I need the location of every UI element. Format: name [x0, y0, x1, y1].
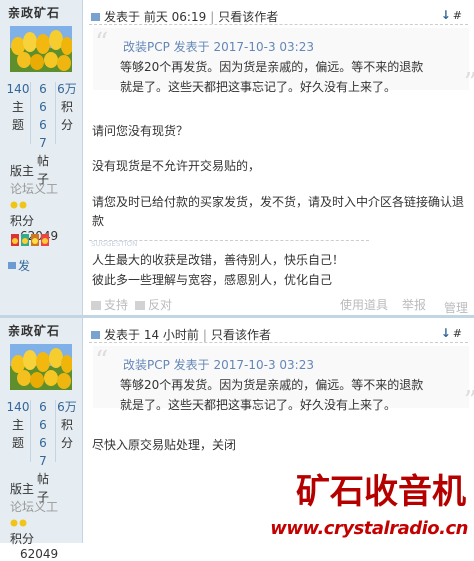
floor-arrow-icon: ↓ [440, 8, 451, 22]
thumbs-down-icon [135, 301, 145, 310]
rank-stars-icon [10, 198, 34, 209]
stat-posts-value: 6667 [39, 82, 47, 150]
send-message-button[interactable]: 发 [8, 257, 30, 274]
author-sidebar: 亲政矿石 140 主题 6667 帖子 6万 积分 版主 论坛义工 积分6204… [0, 0, 83, 315]
stat-threads[interactable]: 140 主题 [6, 80, 30, 134]
stat-threads[interactable]: 140 主题 [6, 398, 30, 452]
post-meta: 发表于 前天 06:19 | 只看该作者 [91, 8, 278, 25]
only-author-link[interactable]: 只看该作者 [218, 10, 278, 24]
stat-threads-value: 140 [6, 400, 30, 414]
oppose-label: 反对 [148, 298, 173, 312]
quote-open-icon: “ [95, 346, 109, 376]
quote-close-icon: ” [464, 70, 474, 96]
user-group: 版主 [10, 482, 35, 496]
online-status-icon [91, 13, 100, 21]
quote-body: 等够20个再发货。因为货是亲戚的，偏远。等不来的退款 就是了。这些天都把这事忘记… [120, 57, 470, 97]
body-line: 尽快入原交易贴处理，关闭 [92, 438, 237, 452]
rank-stars-icon [10, 516, 34, 527]
use-tools-button[interactable]: 使用道具 [340, 296, 388, 313]
quote-header-link[interactable]: 改装PCP 发表于 2017-10-3 03:23 [123, 38, 314, 55]
body-line: 没有现货是不允许开交易贴的， [92, 159, 261, 173]
floor-number[interactable]: ↓ # [441, 8, 462, 22]
score-value: 62049 [20, 547, 59, 561]
user-score: 积分62049 [10, 530, 82, 561]
post-time: 发表于 14 小时前 [104, 328, 199, 342]
stat-credits-label: 积分 [60, 100, 73, 132]
user-group: 版主 [10, 164, 35, 178]
stat-threads-label: 主题 [11, 100, 24, 132]
report-button[interactable]: 举报 [402, 296, 426, 313]
floor-number[interactable]: ↓ # [441, 326, 462, 340]
divider [89, 24, 468, 26]
author-name[interactable]: 亲政矿石 [8, 4, 60, 21]
signature-line: 人生最大的收获是改错，善待别人，快乐自己！ [92, 253, 345, 267]
stat-credits-label: 积分 [60, 418, 73, 450]
score-label: 积分 [10, 532, 35, 546]
post-time: 发表于 前天 06:19 [104, 10, 207, 24]
meta-separator: | [210, 10, 215, 24]
watermark-url: www.crystalradio.cn [270, 518, 468, 539]
thumbs-up-icon [91, 301, 101, 310]
quote-line: 就是了。这些天都把这事忘记了。好久没有上来了。 [120, 80, 397, 94]
stat-posts[interactable]: 6667 帖子 [31, 398, 55, 506]
meta-separator: | [202, 328, 207, 342]
stat-credits[interactable]: 6万 积分 [56, 80, 78, 134]
author-name[interactable]: 亲政矿石 [8, 322, 60, 339]
floor-arrow-icon: ↓ [440, 326, 451, 340]
quote-line: 等够20个再发货。因为货是亲戚的，偏远。等不来的退款 [120, 60, 424, 74]
only-author-link[interactable]: 只看该作者 [211, 328, 271, 342]
score-label: 积分 [10, 214, 35, 228]
stat-posts-value: 6667 [39, 400, 47, 468]
post-actions: 支持 反对 使用道具 举报 管理 [83, 292, 474, 316]
mail-icon [8, 262, 16, 269]
user-subtitle: 论坛义工 [10, 182, 59, 196]
support-label: 支持 [104, 298, 129, 312]
quote-block: “ 改装PCP 发表于 2017-10-3 03:23 等够20个再发货。因为货… [93, 28, 474, 96]
quote-block: “ 改装PCP 发表于 2017-10-3 03:23 等够20个再发货。因为货… [93, 346, 474, 414]
support-button[interactable]: 支持 [91, 296, 128, 313]
watermark-logo: 矿石收音机 [296, 472, 466, 512]
divider [89, 342, 468, 344]
post-meta: 发表于 14 小时前 | 只看该作者 [91, 326, 271, 343]
quote-open-icon: “ [95, 28, 109, 58]
quote-line: 就是了。这些天都把这事忘记了。好久没有上来了。 [120, 398, 397, 412]
manage-button[interactable]: 管理 [444, 299, 468, 316]
stat-credits[interactable]: 6万 积分 [56, 398, 78, 452]
quote-header-link[interactable]: 改装PCP 发表于 2017-10-3 03:23 [123, 356, 314, 373]
quote-close-icon: ” [464, 388, 474, 414]
floor-label: # [452, 9, 462, 22]
signature-tag: SUGGESTION [91, 240, 138, 248]
user-subtitle: 论坛义工 [10, 500, 59, 514]
stat-credits-value: 6万 [57, 400, 77, 414]
author-stats: 140 主题 6667 帖子 6万 积分 [6, 398, 78, 504]
body-line: 请您及时已给付款的买家发货，发不货，请及时入中介区各链接确认退 [92, 195, 465, 209]
avatar[interactable] [10, 26, 72, 72]
quote-line: 等够20个再发货。因为货是亲戚的，偏远。等不来的退款 [120, 378, 424, 392]
stat-threads-label: 主题 [11, 418, 24, 450]
stat-credits-value: 6万 [57, 82, 77, 96]
stat-threads-value: 140 [6, 82, 30, 96]
oppose-button[interactable]: 反对 [135, 296, 172, 313]
online-status-icon [91, 331, 100, 339]
body-line: 款 [92, 214, 105, 228]
body-line: 请问您没有现货？ [92, 124, 189, 138]
floor-label: # [452, 327, 462, 340]
post-1: 亲政矿石 140 主题 6667 帖子 6万 积分 版主 论坛义工 积分6204… [0, 0, 474, 315]
stat-posts[interactable]: 6667 帖子 [31, 80, 55, 188]
signature-line: 彼此多一些理解与宽容，感恩别人，优化自己 [92, 273, 333, 287]
post-content: 发表于 前天 06:19 | 只看该作者 ↓ # “ 改装PCP 发表于 2017-1… [83, 0, 474, 315]
medals-icon[interactable] [10, 232, 54, 248]
author-sidebar: 亲政矿石 140 主题 6667 帖子 6万 积分 版主 论坛义工 积分6204… [0, 318, 83, 561]
avatar[interactable] [10, 344, 72, 390]
quote-body: 等够20个再发货。因为货是亲戚的，偏远。等不来的退款 就是了。这些天都把这事忘记… [120, 375, 470, 415]
author-stats: 140 主题 6667 帖子 6万 积分 [6, 80, 78, 186]
send-message-label: 发 [18, 259, 31, 273]
